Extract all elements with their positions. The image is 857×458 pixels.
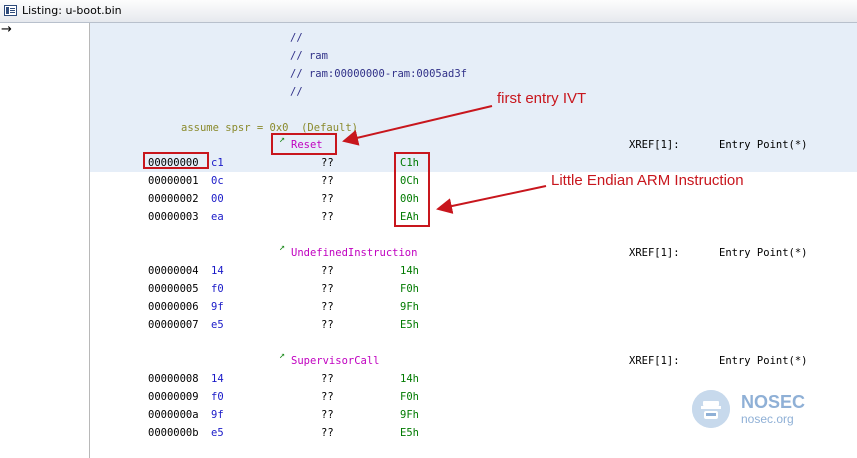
nosec-logo: NOSEC nosec.org <box>692 390 812 430</box>
first-entry-arrow <box>342 105 493 146</box>
little-endian-arrow <box>436 185 547 214</box>
logo-url: nosec.org <box>741 412 794 426</box>
shield-face-icon <box>692 390 730 428</box>
annotation-first-entry: first entry IVT <box>497 90 587 107</box>
annotation-little-endian: Little Endian ARM Instruction <box>551 172 744 189</box>
logo-name: NOSEC <box>741 392 806 412</box>
